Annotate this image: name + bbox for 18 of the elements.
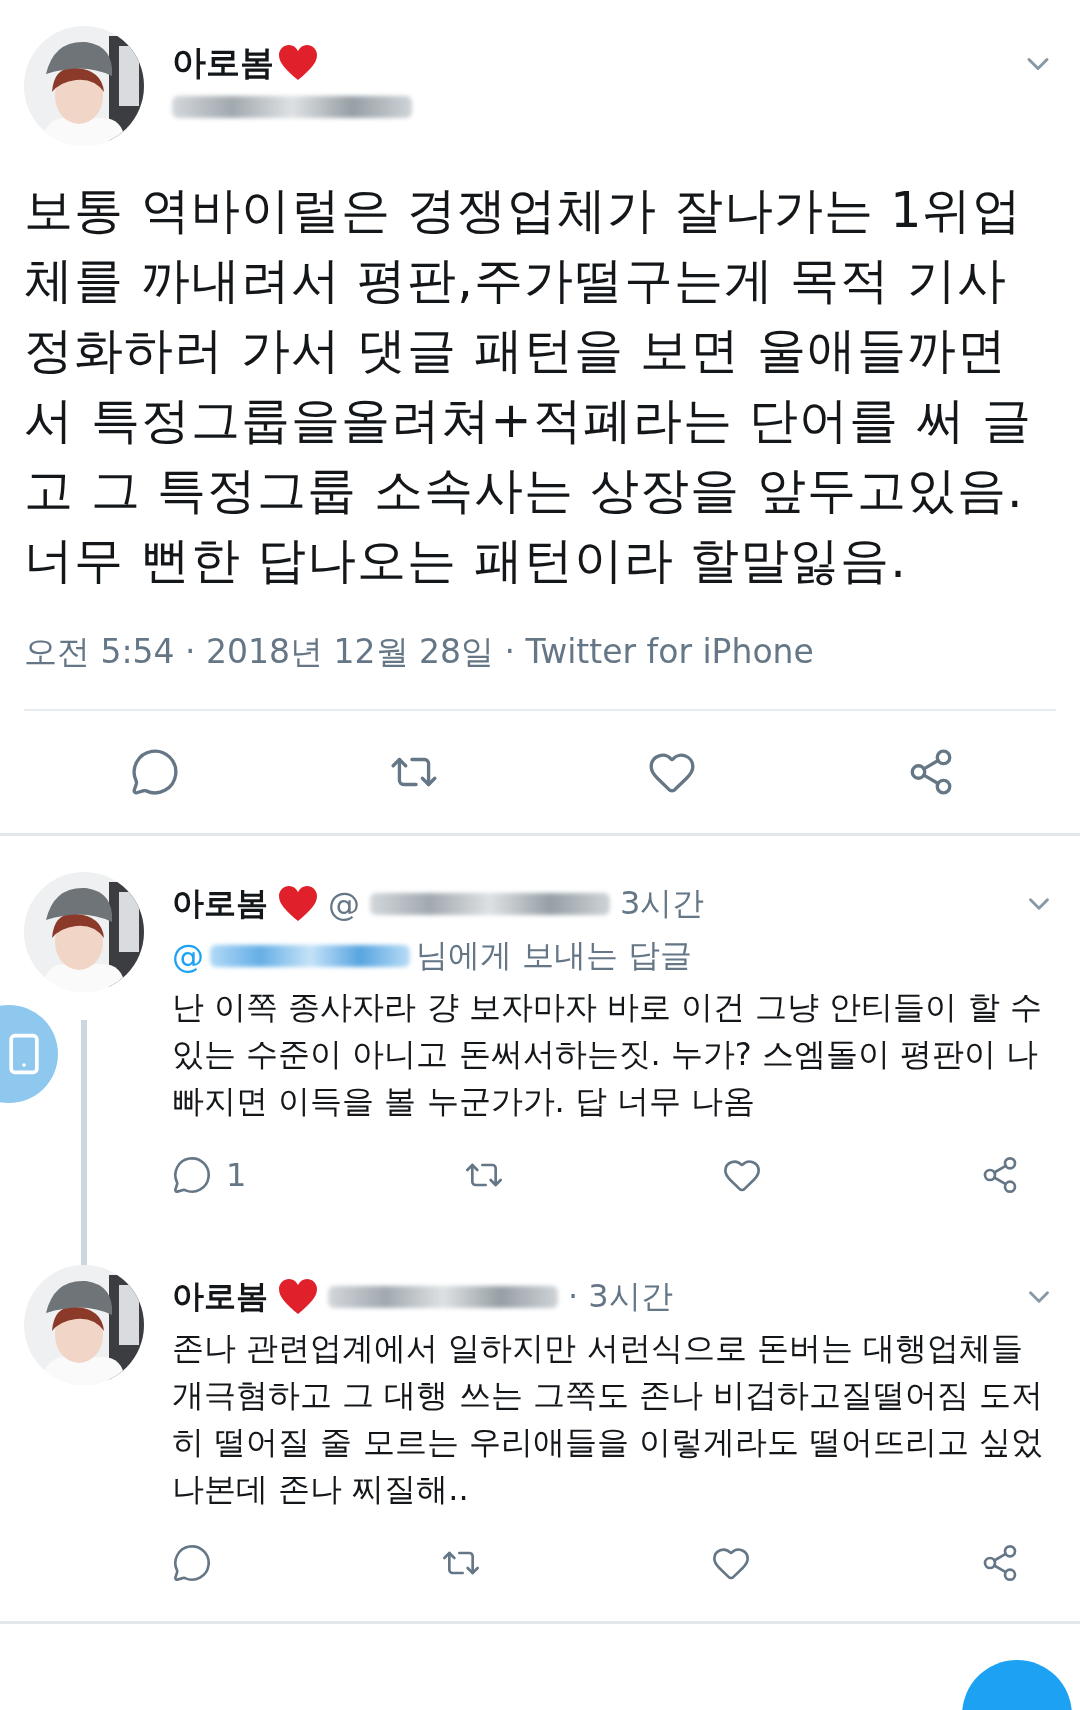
post-time: 3시간	[620, 883, 705, 924]
heart-icon	[278, 1279, 318, 1315]
author-name: 아로봄	[172, 883, 268, 924]
timestamp: 오전 5:54 · 2018년 12월 28일 · Twitter for iPhone	[24, 631, 815, 673]
reply-button[interactable]	[172, 1543, 212, 1583]
handle: @	[328, 885, 360, 923]
heart-icon	[278, 45, 318, 81]
reply-button[interactable]	[130, 747, 180, 797]
tweet-text: 보통 역바이럴은 경쟁업체가 잘나가는 1위업체를 까내려서 평판,주가떨구는게 목적 기사정화하러 가서 댓글 패턴을 보면 울애들까면서 특정그룹을올려쳐+적폐라는 단어를 써 글고 그 특정그룹 소속사는 상장을 앞두고있음. 너무 뻔한 답나오는 패턴이라 할말잃음.	[24, 181, 1034, 591]
author-name: 아로봄	[172, 1276, 268, 1317]
author-name: 아로봄	[172, 41, 274, 84]
reply-to-label: 님에게 보내는 답글	[416, 935, 693, 976]
reply-button[interactable]: 1	[172, 1155, 247, 1195]
reply-text: 난 이쪽 종사자라 걍 보자마자 바로 이건 그냥 안티들이 할 수 있는 수준이 아니고 돈써서하는짓. 누가? 스엠돌이 평판이 나빠지면 이득을 볼 누군가가. 답 너무 나옴	[172, 987, 1043, 1122]
reply-text: 존나 관련업계에서 일하지만 서런식으로 돈버는 대행업체들 개극혐하고 그 대행 쓰는 그쪽도 존나 비겁하고질떨어짐 도저히 떨어질 줄 모르는 우리애들을 이렇게라도 떨어뜨리고 싶었나본데 존나 찌질해..	[172, 1328, 1045, 1510]
mention[interactable]: @	[172, 937, 204, 975]
post-time: · 3시간	[568, 1276, 673, 1317]
heart-icon	[278, 886, 318, 922]
